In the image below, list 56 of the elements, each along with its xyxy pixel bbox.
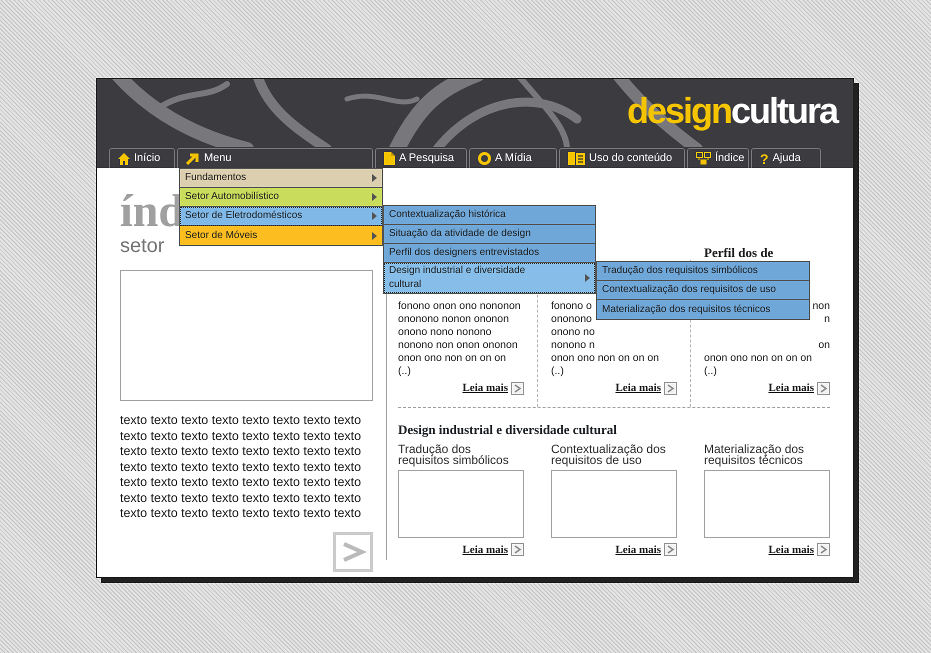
nav-tab[interactable]: Uso do conteúdo <box>559 148 685 168</box>
read-more-link[interactable]: Leia mais <box>462 542 508 558</box>
menu-item[interactable]: Setor de Móveis <box>180 226 382 245</box>
text-line: fonono o <box>551 300 592 312</box>
text-line: nonono non onon ononon <box>398 339 518 351</box>
document-icon <box>384 152 395 165</box>
menu-item[interactable]: Design industrial e diversidade cultural <box>384 263 595 293</box>
disc-icon <box>478 152 491 165</box>
item-label: Tradução dos requisitos simbólicos <box>398 442 509 466</box>
menu-item[interactable]: Materialização dos requisitos técnicos <box>597 300 809 319</box>
home-icon <box>118 152 130 164</box>
help-icon: ? <box>760 152 769 166</box>
text-line: onono no <box>551 326 595 338</box>
column-heading: Perfil dos de <box>704 245 774 260</box>
nav-tab[interactable]: ? Ajuda <box>751 148 821 168</box>
arrow-icon <box>186 152 200 164</box>
menu-item[interactable]: Situação da atividade de design <box>384 225 595 244</box>
text-line: nonono n <box>551 339 595 351</box>
text-line: on <box>818 339 830 351</box>
read-more-link[interactable]: Leia mais <box>768 382 814 395</box>
menu-item[interactable]: Tradução dos requisitos simbólicos <box>597 262 809 281</box>
text-line: onono nono nonono <box>398 326 492 338</box>
item-label: Contextualização dos requisitos de uso <box>551 442 666 466</box>
text-line: onon ono non on on on <box>704 352 812 364</box>
read-more-link[interactable]: Leia mais <box>615 382 661 395</box>
nav-tab[interactable]: A Mídia <box>469 148 557 168</box>
nav-tab[interactable]: A Pesquisa <box>375 148 467 168</box>
text-line: (..) <box>704 365 717 377</box>
nav-tab[interactable]: Início <box>109 148 175 168</box>
item-label: Materialização dos requisitos técnicos <box>704 442 804 466</box>
text-line: non <box>812 300 830 312</box>
logo[interactable]: designcultura <box>626 93 837 129</box>
read-more-link[interactable]: Leia mais <box>768 542 814 558</box>
read-more-link[interactable]: Leia mais <box>462 382 508 395</box>
text-line: (..) <box>551 365 564 377</box>
book-icon <box>568 152 585 165</box>
read-more-link[interactable]: Leia mais <box>615 542 661 558</box>
menu-item[interactable]: Fundamentos <box>180 169 382 188</box>
text-line: onon ono non on on on <box>398 352 506 364</box>
text-line: onon ono non on on on <box>551 352 660 364</box>
text-line: fonono onon ono nononon <box>398 300 521 312</box>
text-line: ononono <box>551 313 592 325</box>
page-subtitle: setor <box>120 236 164 256</box>
text-line: (..) <box>398 365 411 377</box>
menu-item[interactable]: Contextualização histórica <box>384 206 595 225</box>
menu-item[interactable]: Perfil dos designers entrevistados <box>384 244 595 263</box>
menu-item[interactable]: Setor de Eletrodomésticos <box>180 207 382 226</box>
text-line: ononono nonon ononon <box>398 313 509 325</box>
flowchart-icon <box>696 152 711 165</box>
body-text: texto texto texto texto texto texto texto texto texto texto texto texto texto texto texto texto texto texto texto texto texto texto texto texto texto texto texto texto texto texto texto texto texto texto texto texto texto texto texto texto texto texto texto texto texto texto texto texto texto texto texto texto texto texto texto texto <box>120 413 362 522</box>
nav-tab[interactable]: Índice <box>687 148 749 168</box>
menu-item[interactable]: Setor Automobilístico <box>180 188 382 207</box>
nav-tab[interactable]: Menu <box>177 148 373 168</box>
menu-item[interactable]: Contextualização dos requisitos de uso <box>597 281 809 300</box>
text-line: n <box>824 313 830 325</box>
section-title: Design industrial e diversidade cultural <box>398 421 617 439</box>
